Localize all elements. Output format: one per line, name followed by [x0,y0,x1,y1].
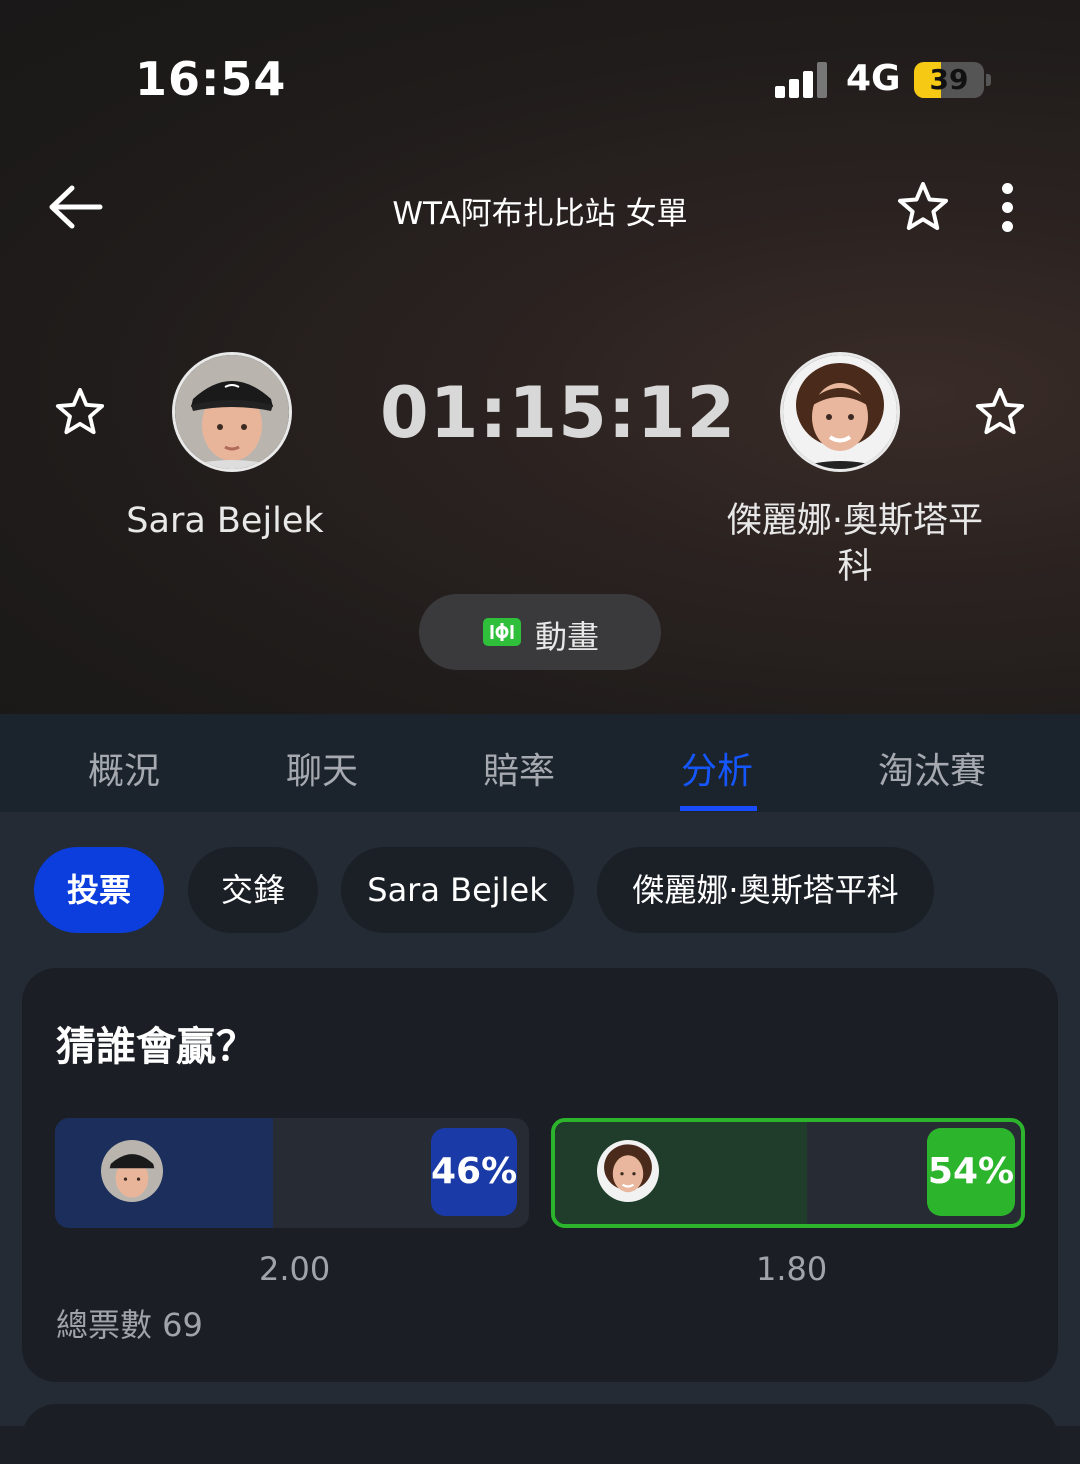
tab-analysis[interactable]: 分析 [681,742,753,794]
chip-player1[interactable]: Sara Bejlek [341,847,574,933]
chip-head-to-head[interactable]: 交鋒 [188,847,318,933]
vote-option-player1[interactable]: 46% [55,1118,529,1228]
odds-player2: 1.80 [756,1250,828,1288]
player2-mini-avatar [597,1140,659,1202]
vote-bar-player2 [555,1122,807,1224]
player2-avatar[interactable] [780,352,900,472]
match-timer: 01:15:12 [380,372,737,454]
tab-bar: 概況 聊天 賠率 分析 淘汰賽 [0,714,1080,812]
tab-odds[interactable]: 賠率 [483,742,555,794]
player2-name[interactable]: 傑麗娜·奧斯塔平 科 [700,498,1010,590]
more-options-icon[interactable] [990,180,1024,236]
player2-name-line2: 科 [837,547,873,587]
player2-favorite-star-icon[interactable] [974,386,1026,438]
player1-name[interactable]: Sara Bejlek [100,498,350,544]
vote-title: 猜誰會贏？ [56,1024,256,1070]
battery-icon: 39 [914,62,984,98]
animation-icon [483,618,521,646]
tab-active-indicator [680,806,757,811]
battery-cap [986,74,991,86]
player2-name-line1: 傑麗娜·奧斯塔平 [726,501,984,541]
tab-chat[interactable]: 聊天 [286,742,358,794]
total-votes: 總票數 69 [56,1306,203,1344]
battery-level: 39 [929,63,969,96]
player1-mini-avatar [101,1140,163,1202]
player1-avatar[interactable] [172,352,292,472]
vote-percent-player1: 46% [431,1128,517,1216]
network-label: 4G [846,58,901,99]
next-card [22,1404,1058,1464]
player1-favorite-star-icon[interactable] [54,386,106,438]
vote-percent-player2: 54% [927,1128,1015,1216]
tab-knockout[interactable]: 淘汰賽 [878,742,986,794]
chip-vote[interactable]: 投票 [34,847,164,933]
animation-button[interactable]: 動畫 [419,594,661,670]
vote-bar-player1 [55,1118,274,1228]
odds-player1: 2.00 [259,1250,331,1288]
favorite-star-icon[interactable] [896,180,950,234]
tab-overview[interactable]: 概況 [88,742,160,794]
animation-label: 動畫 [535,618,600,656]
signal-icon [775,62,829,98]
chip-player2[interactable]: 傑麗娜·奧斯塔平科 [597,847,934,933]
status-time: 16:54 [135,52,287,106]
vote-option-player2[interactable]: 54% [551,1118,1025,1228]
